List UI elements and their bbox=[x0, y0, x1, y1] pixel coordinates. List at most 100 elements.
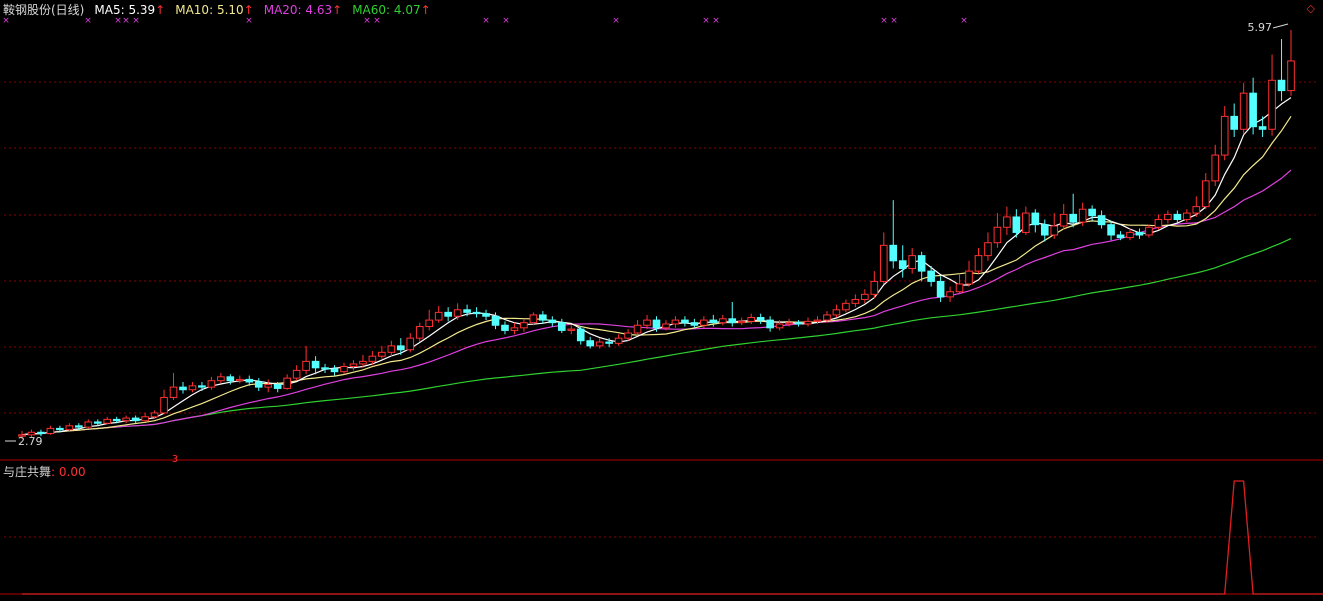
candle-body bbox=[37, 431, 45, 435]
ma20-arrow-icon: ↑ bbox=[332, 3, 343, 17]
kline-chart-svg[interactable]: × × × × × × × × × × × × × × × × 5.972.793 bbox=[0, 0, 1323, 598]
indicator-header: 与庄共舞: 0.00 bbox=[3, 463, 86, 480]
candle-body bbox=[614, 337, 623, 344]
candle-body bbox=[576, 328, 585, 342]
candle-body bbox=[1164, 213, 1172, 221]
candle-body bbox=[264, 384, 273, 388]
candle-body bbox=[1107, 224, 1115, 236]
ma20-line bbox=[21, 169, 1292, 436]
candle-body bbox=[756, 317, 765, 321]
top-marker: × bbox=[482, 16, 490, 26]
candle-body bbox=[254, 381, 263, 388]
candle-body bbox=[330, 368, 339, 373]
ma10-arrow-icon: ↑ bbox=[243, 3, 254, 17]
indicator-value: : 0.00 bbox=[51, 465, 86, 479]
indicator-label: 与庄共舞 bbox=[3, 465, 52, 479]
ma5-arrow-icon: ↑ bbox=[155, 3, 166, 17]
top-marker: × bbox=[502, 16, 510, 26]
ma10-value: 5.10 bbox=[216, 3, 244, 17]
candle-body bbox=[217, 376, 225, 382]
candle-body bbox=[150, 412, 159, 418]
low-price-label: 2.79 bbox=[18, 435, 43, 448]
candle-body bbox=[804, 320, 812, 325]
candle-body bbox=[898, 260, 907, 270]
high-price-label: 5.97 bbox=[1248, 21, 1273, 34]
candle-body bbox=[1145, 226, 1153, 236]
candle-body bbox=[463, 309, 471, 313]
candle-body bbox=[179, 386, 187, 391]
candle-body bbox=[1201, 180, 1210, 208]
candle-body bbox=[84, 421, 93, 428]
candle-body bbox=[122, 417, 130, 422]
candle-body bbox=[851, 298, 860, 304]
candle-body bbox=[472, 311, 481, 315]
ma60-legend: MA60: 4.07↑ bbox=[352, 3, 430, 17]
candle-body bbox=[842, 302, 850, 311]
candle-body bbox=[984, 242, 992, 257]
candle-body bbox=[1249, 92, 1257, 128]
ma60-value: 4.07 bbox=[393, 3, 421, 17]
candle-body bbox=[131, 417, 140, 422]
candle-body bbox=[1258, 126, 1267, 130]
candle-body bbox=[510, 327, 519, 331]
candle-body bbox=[1277, 79, 1286, 92]
indicator-line bbox=[22, 480, 1323, 595]
candle-body bbox=[425, 319, 434, 328]
candle-body bbox=[747, 317, 756, 322]
top-marker: × bbox=[890, 16, 898, 26]
candle-body bbox=[273, 384, 282, 389]
candle-body bbox=[207, 380, 216, 388]
candle-body bbox=[434, 311, 443, 321]
candle-body bbox=[188, 385, 197, 391]
candle-body bbox=[785, 322, 793, 325]
diamond-icon[interactable]: ◇ bbox=[1307, 2, 1315, 15]
candle-body bbox=[1287, 60, 1295, 92]
top-marker: × bbox=[612, 16, 620, 26]
candle-body bbox=[775, 323, 784, 329]
candle-body bbox=[557, 322, 566, 331]
candle-body bbox=[226, 376, 235, 382]
candle-body bbox=[302, 360, 310, 371]
candle-body bbox=[1192, 206, 1201, 214]
ma10-legend: MA10: 5.10↑ bbox=[175, 3, 253, 17]
candle-body bbox=[93, 421, 102, 424]
candle-body bbox=[1078, 208, 1087, 223]
candle-body bbox=[652, 319, 661, 329]
candle-body bbox=[292, 369, 301, 379]
candle-body bbox=[75, 425, 83, 428]
candle-body bbox=[946, 291, 954, 298]
chart-header: 鞍钢股份(日线) MA5: 5.39↑ MA10: 5.10↑ MA20: 4.63↑… bbox=[3, 1, 441, 18]
candle-body bbox=[1088, 208, 1096, 217]
candle-body bbox=[1230, 115, 1238, 130]
candle-body bbox=[283, 377, 291, 389]
candle-body bbox=[832, 309, 841, 316]
candle-body bbox=[321, 367, 329, 370]
candle-body bbox=[539, 314, 547, 321]
candle-body bbox=[444, 311, 452, 317]
stock-chart[interactable]: × × × × × × × × × × × × × × × × 5.97 2.79 3 鞍钢股份(日线) MA5: 5… bbox=[0, 0, 1323, 598]
candle-body bbox=[1220, 115, 1229, 156]
candle-body bbox=[169, 386, 178, 398]
candle-body bbox=[766, 319, 774, 329]
candle-body bbox=[415, 326, 424, 339]
ma20-value: 4.63 bbox=[305, 3, 333, 17]
candle-body bbox=[709, 319, 718, 324]
candle-body bbox=[378, 351, 386, 357]
candle-body bbox=[1268, 79, 1276, 130]
candle-body bbox=[700, 319, 708, 326]
candle-body bbox=[1031, 212, 1040, 226]
candle-body bbox=[349, 363, 358, 368]
signal-marker: 3 bbox=[172, 454, 178, 465]
candle-body bbox=[311, 360, 320, 369]
ma10-label: MA10: bbox=[175, 3, 214, 17]
candle-body bbox=[718, 318, 727, 324]
ma60-label: MA60: bbox=[352, 3, 391, 17]
candle-body bbox=[993, 226, 1002, 244]
ma20-legend: MA20: 4.63↑ bbox=[264, 3, 342, 17]
candle-body bbox=[387, 345, 396, 353]
candle-body bbox=[520, 322, 528, 329]
candle-body bbox=[406, 337, 415, 351]
top-marker: × bbox=[960, 16, 968, 26]
candle-body bbox=[813, 319, 822, 322]
candle-body bbox=[681, 319, 689, 324]
